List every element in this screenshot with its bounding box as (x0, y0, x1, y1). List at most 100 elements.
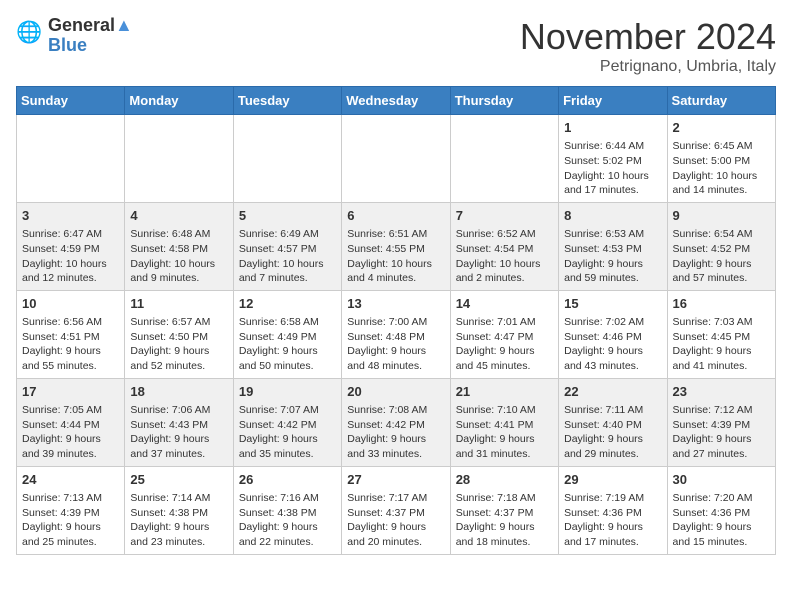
logo: 🌐 General▲ Blue (16, 16, 133, 56)
sunrise-info: Sunrise: 7:11 AM (564, 404, 643, 416)
sunrise-info: Sunrise: 7:18 AM (456, 492, 536, 504)
day-number: 17 (22, 383, 119, 401)
cell-week4-day3: 20Sunrise: 7:08 AMSunset: 4:42 PMDayligh… (342, 378, 450, 466)
cell-week1-day5: 1Sunrise: 6:44 AMSunset: 5:02 PMDaylight… (559, 115, 667, 203)
cell-week2-day0: 3Sunrise: 6:47 AMSunset: 4:59 PMDaylight… (17, 202, 125, 290)
cell-week2-day6: 9Sunrise: 6:54 AMSunset: 4:52 PMDaylight… (667, 202, 775, 290)
sunrise-info: Sunrise: 7:01 AM (456, 316, 536, 328)
sunset-info: Sunset: 4:52 PM (673, 243, 751, 255)
cell-week3-day3: 13Sunrise: 7:00 AMSunset: 4:48 PMDayligh… (342, 290, 450, 378)
sunset-info: Sunset: 4:55 PM (347, 243, 425, 255)
title-block: November 2024 Petrignano, Umbria, Italy (520, 16, 776, 76)
sunrise-info: Sunrise: 6:45 AM (673, 140, 753, 152)
sunset-info: Sunset: 4:45 PM (673, 331, 751, 343)
sunset-info: Sunset: 4:51 PM (22, 331, 100, 343)
day-number: 11 (130, 295, 227, 313)
cell-week1-day1 (125, 115, 233, 203)
day-number: 1 (564, 119, 661, 137)
sunset-info: Sunset: 4:39 PM (673, 419, 751, 431)
logo-text: General▲ Blue (48, 16, 133, 56)
sunrise-info: Sunrise: 6:52 AM (456, 228, 536, 240)
daylight-info: Daylight: 9 hours and 35 minutes. (239, 433, 318, 460)
sunset-info: Sunset: 4:48 PM (347, 331, 425, 343)
daylight-info: Daylight: 10 hours and 17 minutes. (564, 170, 649, 197)
day-number: 10 (22, 295, 119, 313)
location: Petrignano, Umbria, Italy (520, 58, 776, 76)
sunrise-info: Sunrise: 6:54 AM (673, 228, 753, 240)
daylight-info: Daylight: 9 hours and 17 minutes. (564, 521, 643, 548)
sunrise-info: Sunrise: 7:07 AM (239, 404, 319, 416)
daylight-info: Daylight: 9 hours and 22 minutes. (239, 521, 318, 548)
daylight-info: Daylight: 9 hours and 55 minutes. (22, 345, 101, 372)
sunrise-info: Sunrise: 6:58 AM (239, 316, 319, 328)
month-title: November 2024 (520, 16, 776, 58)
daylight-info: Daylight: 9 hours and 43 minutes. (564, 345, 643, 372)
cell-week3-day1: 11 Sunrise: 6:57 AM Sunset: 4:50 PM Dayligh… (125, 290, 233, 378)
day-number: 22 (564, 383, 661, 401)
cell-week5-day4: 28Sunrise: 7:18 AMSunset: 4:37 PMDayligh… (450, 466, 558, 554)
sunrise-info: Sunrise: 7:10 AM (456, 404, 536, 416)
daylight-info: Daylight: 9 hours and 25 minutes. (22, 521, 101, 548)
calendar-table: SundayMondayTuesdayWednesdayThursdayFrid… (16, 86, 776, 555)
sunset-info: Sunset: 4:44 PM (22, 419, 100, 431)
cell-week4-day5: 22Sunrise: 7:11 AMSunset: 4:40 PMDayligh… (559, 378, 667, 466)
sunrise-info: Sunrise: 7:03 AM (673, 316, 753, 328)
sunset-info: Sunset: 4:54 PM (456, 243, 534, 255)
day-number: 24 (22, 471, 119, 489)
daylight-info: Daylight: 9 hours and 52 minutes. (130, 345, 209, 372)
header-sunday: Sunday (17, 87, 125, 115)
cell-week1-day3 (342, 115, 450, 203)
cell-week4-day0: 17Sunrise: 7:05 AMSunset: 4:44 PMDayligh… (17, 378, 125, 466)
sunset-info: Sunset: 4:38 PM (130, 507, 208, 519)
header-thursday: Thursday (450, 87, 558, 115)
sunrise-info: Sunrise: 6:49 AM (239, 228, 319, 240)
sunset-info: Sunset: 4:46 PM (564, 331, 642, 343)
cell-week5-day2: 26Sunrise: 7:16 AMSunset: 4:38 PMDayligh… (233, 466, 341, 554)
sunrise-info: Sunrise: 7:02 AM (564, 316, 644, 328)
daylight-info: Daylight: 9 hours and 37 minutes. (130, 433, 209, 460)
sunrise-info: Sunrise: 7:05 AM (22, 404, 102, 416)
sunrise-info: Sunrise: 7:00 AM (347, 316, 427, 328)
sunrise-info: Sunrise: 6:56 AM (22, 316, 102, 328)
sunrise-info: Sunrise: 7:13 AM (22, 492, 102, 504)
day-number: 28 (456, 471, 553, 489)
day-number: 9 (673, 207, 770, 225)
cell-week2-day4: 7 Sunrise: 6:52 AM Sunset: 4:54 PM Daylight… (450, 202, 558, 290)
sunset-info: Sunset: 4:41 PM (456, 419, 534, 431)
day-number: 6 (347, 207, 444, 225)
cell-week5-day1: 25Sunrise: 7:14 AMSunset: 4:38 PMDayligh… (125, 466, 233, 554)
day-number: 26 (239, 471, 336, 489)
logo-bird-icon: 🌐 (16, 18, 46, 48)
sunset-info: Sunset: 4:38 PM (239, 507, 317, 519)
cell-week4-day4: 21Sunrise: 7:10 AMSunset: 4:41 PMDayligh… (450, 378, 558, 466)
daylight-info: Daylight: 9 hours and 20 minutes. (347, 521, 426, 548)
cell-week5-day5: 29Sunrise: 7:19 AMSunset: 4:36 PMDayligh… (559, 466, 667, 554)
daylight-info: Daylight: 10 hours and 14 minutes. (673, 170, 758, 197)
sunrise-info: Sunrise: 6:48 AM (130, 228, 210, 240)
sunrise-info: Sunrise: 7:08 AM (347, 404, 427, 416)
sunset-info: Sunset: 4:57 PM (239, 243, 317, 255)
cell-week3-day4: 14Sunrise: 7:01 AMSunset: 4:47 PMDayligh… (450, 290, 558, 378)
sunrise-info: Sunrise: 6:57 AM (130, 316, 210, 328)
cell-week1-day2 (233, 115, 341, 203)
sunset-info: Sunset: 4:36 PM (564, 507, 642, 519)
header-friday: Friday (559, 87, 667, 115)
daylight-info: Daylight: 10 hours and 2 minutes. (456, 258, 541, 285)
day-number: 27 (347, 471, 444, 489)
sunrise-info: Sunrise: 6:47 AM (22, 228, 102, 240)
sunset-info: Sunset: 4:53 PM (564, 243, 642, 255)
cell-week3-day0: 10 Sunrise: 6:56 AM Sunset: 4:51 PM Dayligh… (17, 290, 125, 378)
day-number: 16 (673, 295, 770, 313)
header-wednesday: Wednesday (342, 87, 450, 115)
svg-text:🌐: 🌐 (16, 19, 42, 44)
cell-week1-day0 (17, 115, 125, 203)
cell-week5-day3: 27Sunrise: 7:17 AMSunset: 4:37 PMDayligh… (342, 466, 450, 554)
sunset-info: Sunset: 4:40 PM (564, 419, 642, 431)
sunset-info: Sunset: 4:42 PM (347, 419, 425, 431)
sunset-info: Sunset: 4:50 PM (130, 331, 208, 343)
cell-week4-day6: 23Sunrise: 7:12 AMSunset: 4:39 PMDayligh… (667, 378, 775, 466)
daylight-info: Daylight: 9 hours and 18 minutes. (456, 521, 535, 548)
day-number: 23 (673, 383, 770, 401)
header-saturday: Saturday (667, 87, 775, 115)
day-number: 7 (456, 207, 553, 225)
